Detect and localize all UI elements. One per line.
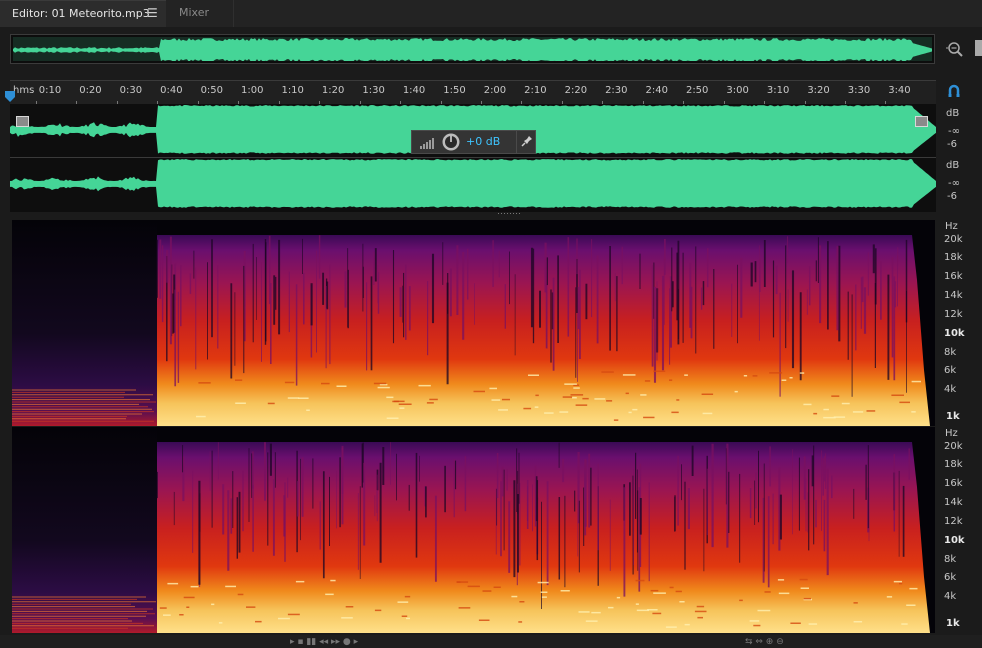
ruler-unit: hms: [13, 85, 35, 96]
level-bars-icon: [420, 138, 434, 149]
transport-bar: ▸ ▪ ▮▮ ◂◂ ▸▸ ● ▸ ⇆ ⇔ ⊕ ⊖: [0, 635, 982, 648]
fade-out-handle[interactable]: [915, 116, 928, 127]
db-scale-minus6-left: -6: [947, 139, 957, 150]
hz-scale-label-left: 4k: [944, 384, 957, 395]
db-scale-minus6-right: -6: [947, 191, 957, 202]
spectrogram-right: [12, 427, 930, 633]
tab-mixer-label: Mixer: [179, 6, 210, 19]
zoom-icon[interactable]: [946, 40, 964, 58]
tab-menu-icon[interactable]: ☰: [147, 6, 158, 20]
waveform-display[interactable]: [10, 104, 936, 212]
transport-icons: ▸ ▪ ▮▮ ◂◂ ▸▸ ● ▸: [290, 637, 359, 647]
playhead-icon[interactable]: [4, 91, 16, 103]
tab-mixer[interactable]: Mixer: [166, 0, 234, 27]
ruler-tick-label: 0:20: [79, 85, 102, 96]
spectral-display-right[interactable]: [12, 427, 935, 633]
zoom-controls-icon[interactable]: ⇆ ⇔ ⊕ ⊖: [745, 637, 784, 647]
spectral-display-left[interactable]: [12, 220, 935, 426]
hz-scale-label-left: 1k: [946, 411, 960, 422]
hz-scale-label-left: 8k: [944, 347, 957, 358]
ruler-tick-label: 0:50: [200, 85, 224, 96]
ruler-tick-label: 2:00: [483, 85, 507, 96]
db-scale-inf-right: -∞: [948, 178, 960, 189]
ruler-tick-label: 2:10: [524, 85, 547, 96]
tab-editor[interactable]: Editor: 01 Meteorito.mp3 ☰: [0, 0, 166, 27]
ruler-tick-label: 0:30: [119, 85, 143, 96]
spectrogram-left: [12, 220, 930, 426]
hz-scale-label-right: 10k: [944, 535, 965, 546]
ruler-tick-label: 3:40: [888, 85, 911, 96]
db-scale-unit-left: dB: [946, 108, 960, 119]
overview-waveform: [13, 37, 934, 63]
volume-knob-icon[interactable]: [442, 133, 460, 151]
overview-navigator[interactable]: [10, 34, 935, 64]
hz-scale-label-right: 12k: [944, 516, 963, 527]
hz-scale-label-left: 20k: [944, 234, 963, 245]
pin-icon[interactable]: [516, 131, 536, 153]
volume-hud[interactable]: +0 dB: [411, 130, 536, 154]
hz-scale-label-right: 1k: [946, 618, 960, 629]
hz-scale-label-left: 12k: [944, 309, 963, 320]
ruler-tick-label: 3:20: [807, 85, 830, 96]
snap-icon[interactable]: [947, 84, 961, 98]
db-scale-inf-left: -∞: [948, 126, 960, 137]
ruler-tick-label: 3:00: [726, 85, 749, 96]
db-scale-unit-right: dB: [946, 160, 960, 171]
hz-scale-label-left: 14k: [944, 290, 963, 301]
overview-visible-range[interactable]: [13, 37, 934, 63]
hz-scale-label-right: 20k: [944, 441, 963, 452]
hz-scale-label-left: 10k: [944, 328, 965, 339]
hz-scale-label-left: 16k: [944, 271, 963, 282]
hz-scale-label-right: 18k: [944, 459, 963, 470]
ruler-tick-label: 1:50: [443, 85, 466, 96]
hz-scale-label-right: 4k: [944, 591, 957, 602]
hz-scale-label-right: 6k: [944, 572, 957, 583]
waveform-channel-right: [10, 159, 936, 208]
hz-scale-label-left: 18k: [944, 252, 963, 263]
tab-editor-label: Editor: 01 Meteorito.mp3: [12, 7, 150, 20]
view-resize-handle[interactable]: [498, 212, 520, 216]
ruler-tick-label: 2:30: [605, 85, 628, 96]
ruler-tick-label: 1:10: [281, 85, 304, 96]
ruler-tick-label: 2:40: [645, 85, 668, 96]
hz-scale-label-right: 8k: [944, 554, 957, 565]
hz-scale-label-left: 6k: [944, 365, 957, 376]
hz-scale-label-right: 14k: [944, 497, 963, 508]
hz-scale-unit-left: Hz: [945, 221, 958, 232]
ruler-tick-label: 3:30: [847, 85, 871, 96]
ruler-tick-label: 2:50: [685, 85, 709, 96]
ruler-tick-label: 0:40: [160, 85, 183, 96]
hz-scale-unit-right: Hz: [945, 428, 958, 439]
ruler-tick-label: 1:40: [402, 85, 426, 96]
ruler-tick-label: 1:20: [321, 85, 345, 96]
fade-in-handle[interactable]: [16, 116, 29, 127]
ruler-tick-label: 2:20: [564, 85, 588, 96]
time-ruler[interactable]: hms 0:10 0:20 0:30 0:40 0:50 1:00 1:10 1:20 1:30…: [10, 80, 936, 106]
panel-icon[interactable]: [975, 40, 982, 56]
hz-scale-label-right: 16k: [944, 478, 963, 489]
ruler-tick-label: 1:00: [241, 85, 264, 96]
ruler-tick-label: 1:30: [362, 85, 385, 96]
ruler-tick-label: 0:10: [38, 85, 62, 96]
volume-value[interactable]: +0 dB: [466, 135, 500, 148]
ruler-tick-label: 3:10: [766, 85, 790, 96]
